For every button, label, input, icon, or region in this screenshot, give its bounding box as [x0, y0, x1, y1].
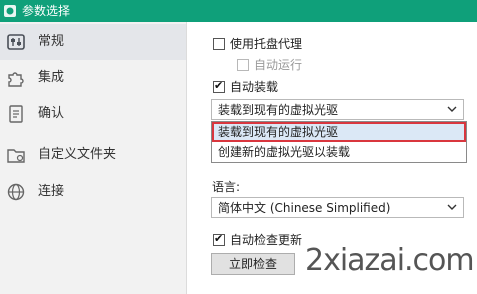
sidebar-item-integration[interactable]: 集成 [0, 60, 186, 96]
auto-mount-checkbox[interactable] [213, 79, 225, 93]
mount-mode-option-new[interactable]: 创建新的虚拟光驱以装载 [212, 142, 466, 162]
sidebar-item-confirm[interactable]: 确认 [0, 96, 186, 132]
sidebar-item-label: 集成 [38, 70, 65, 85]
document-icon [9, 105, 23, 123]
mount-mode-option-existing[interactable]: 装载到现有的虚拟光驱 [212, 122, 466, 142]
window-title: 参数选择 [22, 4, 71, 18]
use-tray-agent-checkbox[interactable] [213, 38, 225, 50]
auto-check-updates-label: 自动检查更新 [230, 233, 303, 247]
language-selected-value: 简体中文 (Chinese Simplified) [218, 201, 391, 215]
chevron-down-icon [447, 204, 457, 210]
sidebar-item-label: 常规 [38, 34, 65, 49]
sidebar-item-general[interactable]: 常规 [0, 24, 186, 60]
mount-mode-selected-value: 装载到现有的虚拟光驱 [218, 103, 339, 117]
auto-check-updates-checkbox[interactable] [213, 232, 225, 246]
title-bar: 参数选择 [0, 0, 477, 22]
check-now-button[interactable]: 立即检查 [211, 253, 295, 275]
mount-mode-options-list: 装载到现有的虚拟光驱 创建新的虚拟光驱以装载 [211, 121, 467, 163]
sidebar-item-label: 自定义文件夹 [38, 147, 117, 162]
globe-icon [7, 183, 25, 201]
sidebar-item-custom-folder[interactable]: 自定义文件夹 [0, 137, 186, 173]
chevron-down-icon [447, 106, 457, 112]
mount-mode-select[interactable]: 装载到现有的虚拟光驱 [211, 99, 464, 120]
sidebar-item-label: 连接 [38, 184, 65, 199]
sidebar-item-connection[interactable]: 连接 [0, 174, 186, 210]
puzzle-icon [8, 72, 24, 87]
language-select[interactable]: 简体中文 (Chinese Simplified) [211, 197, 464, 218]
sidebar-item-label: 确认 [38, 106, 65, 121]
auto-run-checkbox[interactable] [237, 59, 249, 71]
folder-gear-icon [7, 149, 25, 163]
auto-mount-label: 自动装载 [230, 80, 279, 94]
use-tray-agent-label: 使用托盘代理 [230, 37, 303, 51]
settings-panel-icon [7, 34, 25, 50]
language-label: 语言: [212, 180, 241, 194]
auto-run-label: 自动运行 [254, 58, 303, 72]
watermark: 2xiazai.com [305, 243, 475, 278]
sidebar: 常规 集成 确认 自定义文件夹 连接 [0, 22, 187, 294]
app-icon [4, 5, 16, 17]
